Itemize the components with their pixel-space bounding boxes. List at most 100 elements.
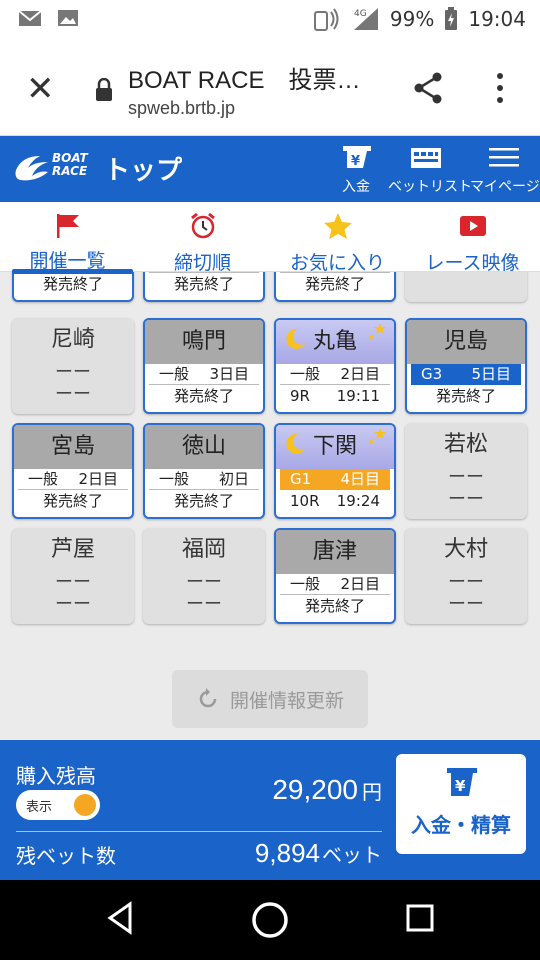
venue-card[interactable]: 発売終了	[274, 272, 396, 302]
image-icon	[58, 10, 78, 26]
bets-count: 9,894 ベット	[254, 838, 382, 868]
venue-line: ーー	[55, 572, 91, 593]
alarm-clock-icon	[190, 212, 215, 239]
venue-line: ーー	[55, 384, 91, 405]
venue-name: 児島	[407, 320, 525, 364]
page-heading: トップ	[104, 156, 183, 186]
venue-card-ashiya[interactable]: 芦屋 ーー ーー	[12, 528, 134, 624]
sales-status: 発売終了	[435, 387, 496, 405]
venue-name: 丸亀	[312, 329, 357, 354]
venue-grid: 発売終了 発売終了 発売終了 ーー 尼崎 ーー ーー 鳴門 一般 3日目 発売終了…	[0, 272, 540, 740]
venue-card-shimonoseki[interactable]: 下関 G1 4日目 10R 19:24	[274, 423, 396, 519]
grade: 一般	[28, 470, 59, 488]
deposit-settle-button[interactable]: ¥ 入金・精算	[396, 754, 526, 854]
page-title-bar: BOAT RACE 投票…	[128, 67, 361, 94]
boatrace-logo[interactable]: BOAT RACE	[14, 152, 88, 188]
refresh-label: 開催情報更新	[229, 689, 344, 712]
venue-name: 芦屋	[50, 537, 95, 562]
close-icon[interactable]: ✕	[26, 72, 55, 106]
venue-card-kojima[interactable]: 児島 G3 5日目 発売終了	[405, 318, 527, 414]
deadline-time: 19:24	[336, 492, 380, 510]
betlist-header-button[interactable]: ベットリスト	[388, 144, 472, 196]
tab-race-video[interactable]: レース映像	[405, 202, 540, 274]
deadline-time: 19:11	[336, 387, 380, 405]
more-vert-icon[interactable]	[492, 70, 508, 106]
betlist-icon	[411, 148, 441, 168]
venue-line: ーー	[448, 572, 484, 593]
grade: G3	[421, 365, 443, 383]
clock: 19:04	[468, 7, 526, 31]
venue-card[interactable]: 発売終了	[143, 272, 265, 302]
moon-icon	[286, 433, 305, 454]
deposit-settle-label: 入金・精算	[411, 813, 511, 837]
deposit-icon: ¥	[343, 146, 371, 169]
venue-name: 唐津	[276, 530, 394, 574]
back-icon[interactable]	[104, 900, 136, 936]
tab-schedule[interactable]: 開催一覧	[0, 202, 135, 274]
venue-card-fukuoka[interactable]: 福岡 ーー ーー	[143, 528, 265, 624]
day: 初日	[218, 470, 249, 488]
venue-card-karatsu[interactable]: 唐津 一般 2日目 発売終了	[274, 528, 396, 624]
deposit-header-button[interactable]: ¥ 入金	[334, 144, 378, 196]
tab-favorites[interactable]: お気に入り	[270, 202, 405, 274]
menu-icon	[489, 148, 519, 167]
stars-icon	[369, 323, 386, 339]
venue-name: 福岡	[181, 537, 226, 562]
divider	[16, 831, 382, 832]
day: 2日目	[340, 365, 380, 383]
balance-panel: 購入残高 表示 29,200 円 残ベット数 9,894 ベット ¥ 入金・精算	[0, 740, 540, 880]
share-icon[interactable]	[410, 70, 446, 106]
stars-icon	[369, 428, 386, 444]
sales-status: 発売終了	[304, 597, 365, 615]
sales-status: 発売終了	[42, 492, 103, 510]
bets-label: 残ベット数	[16, 844, 116, 868]
grade-badge-g3: G3 5日目	[411, 364, 521, 385]
refresh-button[interactable]: 開催情報更新	[172, 670, 368, 728]
tab-label: 締切順	[173, 252, 231, 274]
venue-card-amagasaki[interactable]: 尼崎 ーー ーー	[12, 318, 134, 414]
svg-text:¥: ¥	[455, 777, 466, 795]
star-icon	[323, 213, 352, 239]
venue-card-omura[interactable]: 大村 ーー ーー	[405, 528, 527, 624]
url-text[interactable]: spweb.brtb.jp	[128, 98, 235, 119]
race-number: 10R	[290, 492, 320, 510]
venue-card-marugame[interactable]: 丸亀 一般 2日目 9R 19:11	[274, 318, 396, 414]
venue-card-wakamatsu[interactable]: 若松 ーー ーー	[405, 423, 527, 519]
svg-text:¥: ¥	[351, 154, 360, 169]
balance-amount: 29,200 円	[272, 774, 382, 805]
venue-line: ーー	[448, 594, 484, 615]
venue-card-naruto[interactable]: 鳴門 一般 3日目 発売終了	[143, 318, 265, 414]
venue-card[interactable]: ーー	[405, 272, 527, 302]
venue-line: ーー	[186, 594, 222, 615]
home-icon[interactable]	[250, 900, 290, 940]
day: 2日目	[78, 470, 118, 488]
recents-icon[interactable]	[404, 900, 436, 936]
day: 5日目	[471, 365, 511, 383]
venue-line: ーー	[55, 362, 91, 383]
tab-label: 開催一覧	[29, 250, 106, 272]
tab-deadline[interactable]: 締切順	[135, 202, 270, 274]
venue-name: 徳山	[145, 425, 263, 469]
venue-card-tokuyama[interactable]: 徳山 一般 初日 発売終了	[143, 423, 265, 519]
tab-label: お気に入り	[289, 252, 385, 274]
venue-name: 大村	[443, 537, 488, 562]
sales-status: 発売終了	[42, 275, 103, 293]
toggle-knob	[74, 794, 96, 816]
venue-line: ーー	[186, 572, 222, 593]
video-icon	[459, 216, 486, 236]
sales-status: 発売終了	[304, 275, 365, 293]
venue-name: 下関	[312, 434, 357, 459]
grade-badge-g1: G1 4日目	[280, 469, 390, 490]
mypage-header-button[interactable]: マイページ	[470, 144, 540, 196]
battery-icon	[445, 7, 458, 30]
system-nav-bar	[0, 880, 540, 960]
flag-icon	[56, 214, 79, 238]
tab-label: レース映像	[425, 252, 520, 274]
browser-toolbar: ✕ BOAT RACE 投票… spweb.brtb.jp	[0, 40, 540, 136]
venue-card-miyajima[interactable]: 宮島 一般 2日目 発売終了	[12, 423, 134, 519]
svg-text:4G: 4G	[354, 9, 367, 19]
show-balance-toggle[interactable]: 表示	[16, 790, 100, 820]
venue-card[interactable]: 発売終了	[12, 272, 134, 302]
venue-line: ーー	[448, 489, 484, 510]
lock-icon	[96, 78, 112, 101]
